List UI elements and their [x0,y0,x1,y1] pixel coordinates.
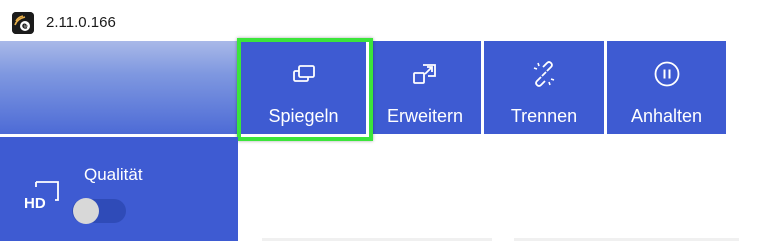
hd-monitor-icon: HD [24,181,59,210]
title-bar: 2.11.0.166 [0,0,762,41]
disconnect-button-label: Trennen [510,106,578,126]
app-window: 2.11.0.166 Spiegeln Erweitern Trennen An… [0,0,762,241]
toggle-knob [73,198,99,224]
mirror-button-label: Spiegeln [268,106,339,126]
quality-panel: HD Qualität [0,137,238,241]
quality-label: Qualität [84,165,143,184]
quality-toggle[interactable] [72,198,126,224]
window-title: 2.11.0.166 [46,14,116,31]
app-logo-icon [12,12,34,34]
extend-button[interactable]: Erweitern [369,41,481,134]
disconnect-icon [533,61,555,87]
mirror-screen-icon [292,65,315,82]
disconnect-button[interactable]: Trennen [484,41,604,134]
pause-button-label: Anhalten [630,106,703,126]
extend-screen-icon [413,64,436,84]
pause-button[interactable]: Anhalten [607,41,726,134]
sidebar-header [0,41,238,134]
mirror-button[interactable]: Spiegeln [241,41,366,134]
svg-text:HD: HD [24,195,46,210]
pause-icon [654,61,679,87]
extend-button-label: Erweitern [386,106,464,126]
